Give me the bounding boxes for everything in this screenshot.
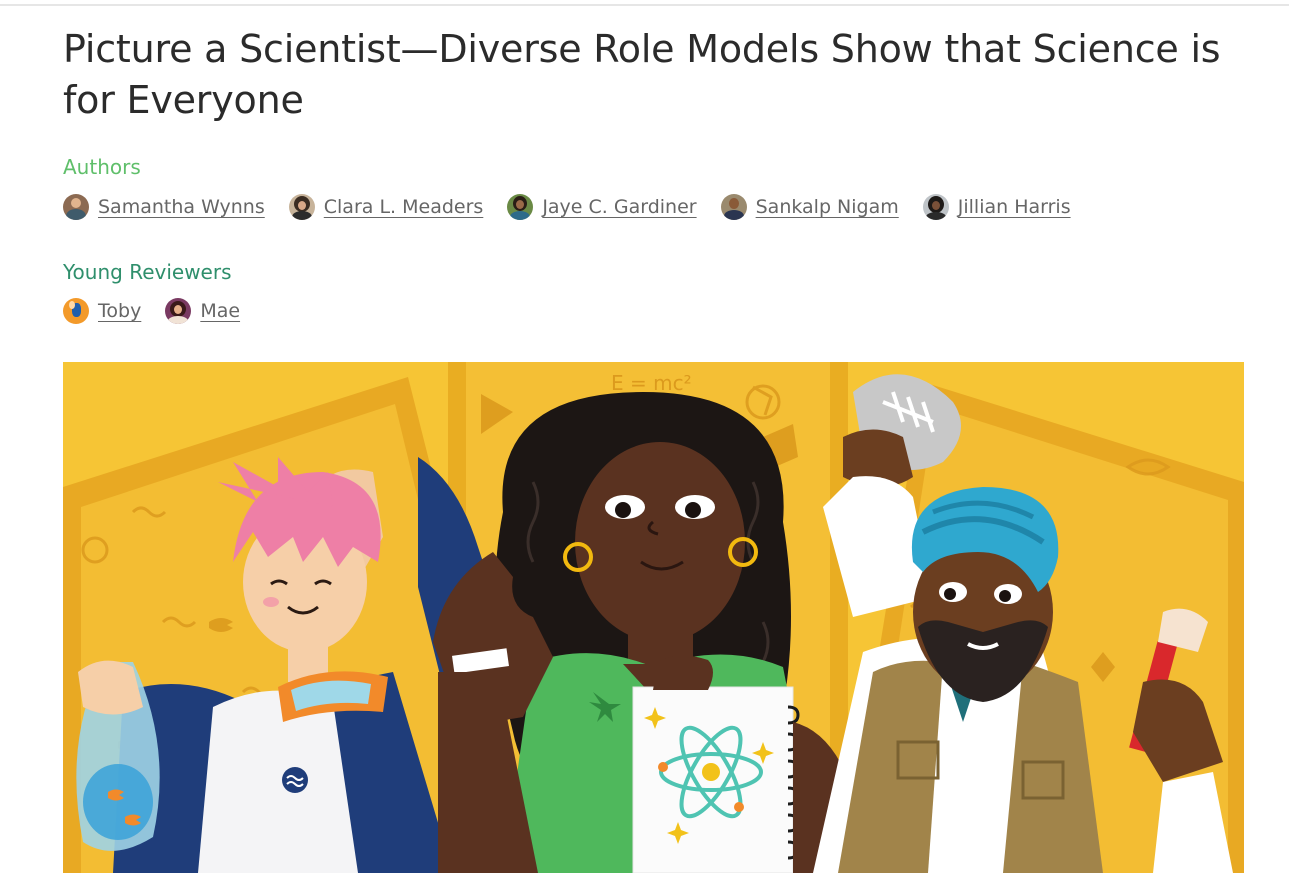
avatar bbox=[63, 298, 89, 324]
avatar bbox=[507, 194, 534, 220]
author-sankalp-nigam[interactable]: Sankalp Nigam bbox=[720, 194, 899, 220]
reviewer-name-link[interactable]: Mae bbox=[200, 298, 240, 324]
author-name-link[interactable]: Jaye C. Gardiner bbox=[542, 194, 696, 220]
equation-text: E = mc² bbox=[611, 371, 692, 395]
author-clara-meaders[interactable]: Clara L. Meaders bbox=[288, 194, 484, 220]
reviewer-toby[interactable]: Toby bbox=[63, 298, 141, 324]
article-title: Picture a Scientist—Diverse Role Models … bbox=[63, 27, 1221, 122]
top-divider bbox=[0, 4, 1289, 6]
reviewer-mae[interactable]: Mae bbox=[165, 298, 240, 324]
authors-list: Samantha Wynns Clara L. Meaders Jaye C. … bbox=[63, 194, 1095, 220]
author-jillian-harris[interactable]: Jillian Harris bbox=[922, 194, 1071, 220]
young-reviewers-label: Young Reviewers bbox=[63, 260, 232, 284]
authors-label: Authors bbox=[63, 155, 141, 179]
author-name-link[interactable]: Samantha Wynns bbox=[98, 194, 265, 220]
author-jaye-gardiner[interactable]: Jaye C. Gardiner bbox=[507, 194, 697, 220]
avatar bbox=[922, 194, 949, 220]
avatar bbox=[288, 194, 315, 220]
author-name-link[interactable]: Sankalp Nigam bbox=[756, 194, 899, 220]
young-reviewers-list: Toby Mae bbox=[63, 298, 264, 324]
author-samantha-wynns[interactable]: Samantha Wynns bbox=[63, 194, 265, 220]
avatar bbox=[63, 194, 89, 220]
author-name-link[interactable]: Jillian Harris bbox=[958, 194, 1071, 220]
reviewer-name-link[interactable]: Toby bbox=[98, 298, 141, 324]
avatar bbox=[720, 194, 747, 220]
avatar bbox=[165, 298, 192, 324]
author-name-link[interactable]: Clara L. Meaders bbox=[324, 194, 484, 220]
hero-illustration: E = mc² bbox=[63, 362, 1244, 873]
